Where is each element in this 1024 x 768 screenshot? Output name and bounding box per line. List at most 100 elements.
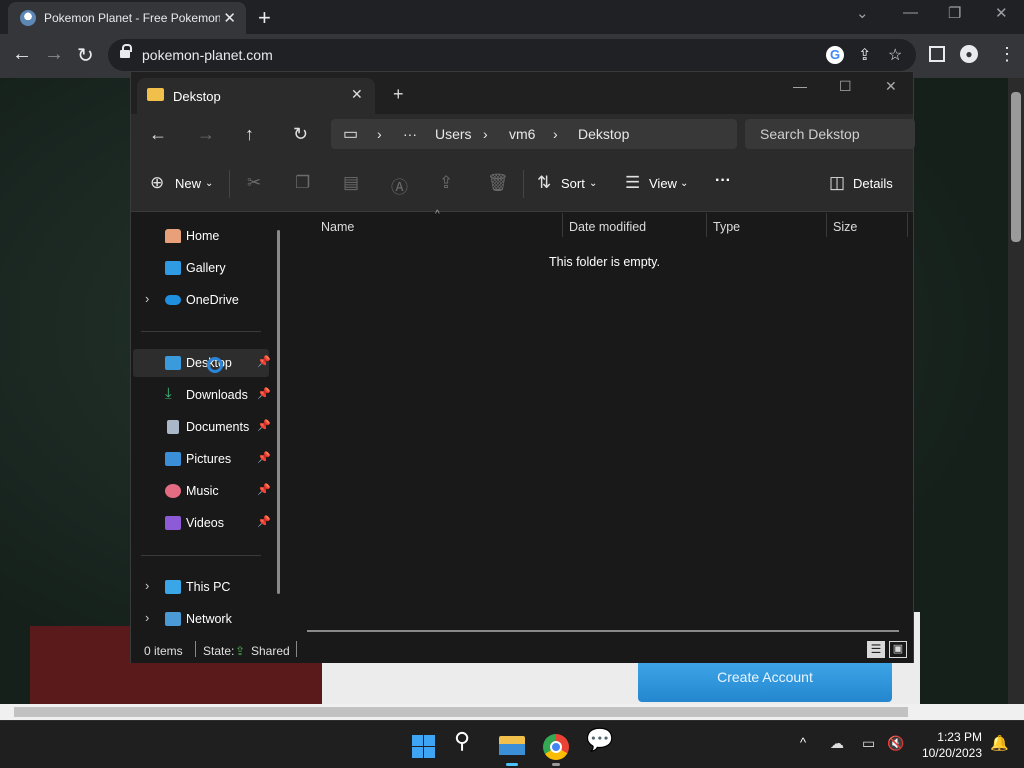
column-header-type[interactable]: Type xyxy=(713,220,740,234)
sort-button[interactable]: Sort xyxy=(561,176,585,191)
new-plus-icon[interactable]: ⊕ xyxy=(150,173,164,193)
minimize-icon[interactable]: — xyxy=(903,4,918,21)
this-pc-icon[interactable]: ▭ xyxy=(343,124,358,144)
nav-item-pictures[interactable]: Pictures 📌 xyxy=(133,445,271,473)
pin-icon[interactable]: 📌 xyxy=(257,515,271,528)
nav-item-onedrive[interactable]: › OneDrive xyxy=(133,286,269,314)
profile-avatar-icon[interactable]: ● xyxy=(960,45,978,63)
file-list-horizontal-scrollbar[interactable] xyxy=(307,630,899,632)
url-text[interactable]: pokemon-planet.com xyxy=(142,47,273,63)
view-icon[interactable]: ☰ xyxy=(625,173,640,193)
tab-close-icon[interactable]: ✕ xyxy=(223,9,236,27)
restore-icon[interactable]: ❐ xyxy=(948,4,961,22)
breadcrumb-dekstop[interactable]: Dekstop xyxy=(578,126,629,142)
breadcrumb-separator-icon[interactable]: › xyxy=(483,126,488,142)
expand-chevron-icon[interactable]: › xyxy=(145,291,149,306)
new-chevron-icon[interactable]: ⌄ xyxy=(205,178,213,189)
details-button[interactable]: Details xyxy=(853,176,893,191)
nav-item-this-pc[interactable]: › This PC xyxy=(133,573,269,601)
sort-icon[interactable]: ⇅ xyxy=(537,173,551,193)
explorer-new-tab-button[interactable]: + xyxy=(393,84,404,105)
navigation-pane-scrollbar[interactable] xyxy=(277,230,280,594)
scrollbar-thumb[interactable] xyxy=(1011,92,1021,242)
share-icon[interactable]: ⇪ xyxy=(439,173,453,193)
create-account-button[interactable]: Create Account xyxy=(638,660,892,702)
browser-menu-icon[interactable]: ⋮ xyxy=(998,44,1016,65)
google-lens-icon[interactable]: G xyxy=(826,46,844,64)
chrome-taskbar-icon[interactable] xyxy=(540,729,572,766)
taskbar-clock[interactable]: 1:23 PM 10/20/2023 xyxy=(916,729,982,761)
close-window-icon[interactable]: ✕ xyxy=(995,4,1008,22)
forward-arrow-icon[interactable]: → xyxy=(44,43,64,66)
sort-chevron-icon[interactable]: ⌄ xyxy=(589,178,597,189)
details-view-icon[interactable]: ☰ xyxy=(867,641,885,658)
display-tray-icon[interactable]: ▭ xyxy=(862,735,875,752)
column-divider[interactable] xyxy=(907,213,908,237)
view-chevron-icon[interactable]: ⌄ xyxy=(680,178,688,189)
column-header-date-modified[interactable]: Date modified xyxy=(569,220,646,234)
breadcrumb-separator-icon[interactable]: › xyxy=(377,126,382,142)
nav-item-music[interactable]: Music 📌 xyxy=(133,477,271,505)
column-header-size[interactable]: Size xyxy=(833,220,857,234)
nav-item-gallery[interactable]: Gallery xyxy=(133,254,269,282)
back-arrow-icon[interactable]: ← xyxy=(12,43,32,66)
share-icon[interactable]: ⇪ xyxy=(858,45,871,65)
expand-chevron-icon[interactable]: › xyxy=(145,578,149,593)
expand-chevron-icon[interactable]: › xyxy=(145,610,149,625)
explorer-minimize-icon[interactable]: — xyxy=(793,78,807,94)
nav-item-downloads[interactable]: ⤓ Downloads 📌 xyxy=(133,381,271,409)
explorer-breadcrumb[interactable]: ▭ › ··· Users › vm6 › Dekstop xyxy=(331,119,737,149)
rename-icon[interactable]: Ⓐ xyxy=(391,173,408,198)
breadcrumb-users[interactable]: Users xyxy=(435,126,472,142)
nav-item-documents[interactable]: Documents 📌 xyxy=(133,413,271,441)
explorer-search-input[interactable] xyxy=(745,119,915,149)
new-tab-button[interactable]: + xyxy=(258,5,271,31)
address-bar[interactable]: pokemon-planet.com G ⇪ ☆ xyxy=(108,39,916,71)
column-divider[interactable] xyxy=(562,213,563,237)
onedrive-tray-icon[interactable]: ☁ xyxy=(830,735,844,752)
scrollbar-thumb[interactable] xyxy=(14,707,908,717)
volume-muted-icon[interactable]: 🔇 xyxy=(887,735,904,752)
cut-icon[interactable]: ✂ xyxy=(247,173,261,193)
tiles-view-icon[interactable]: ▣ xyxy=(889,641,907,658)
explorer-search-box[interactable] xyxy=(745,119,915,149)
explorer-back-icon[interactable]: ← xyxy=(149,124,167,145)
explorer-tab-close-icon[interactable]: ✕ xyxy=(351,86,363,103)
side-panel-icon[interactable] xyxy=(929,46,945,62)
browser-tab[interactable]: Pokemon Planet - Free Pokemon ✕ xyxy=(8,2,246,34)
show-hidden-icons-chevron-icon[interactable]: ^ xyxy=(800,735,806,750)
bookmark-star-icon[interactable]: ☆ xyxy=(888,45,902,65)
search-icon[interactable]: ⚲ xyxy=(454,728,486,760)
explorer-maximize-icon[interactable]: ☐ xyxy=(839,78,852,95)
explorer-close-icon[interactable]: ✕ xyxy=(885,78,897,95)
delete-icon[interactable]: 🗑 xyxy=(487,173,509,193)
pin-icon[interactable]: 📌 xyxy=(257,387,271,400)
see-more-button[interactable]: ··· xyxy=(715,172,731,190)
nav-item-videos[interactable]: Videos 📌 xyxy=(133,509,271,537)
tab-search-chevron-icon[interactable]: ⌄ xyxy=(856,4,869,22)
nav-item-home[interactable]: Home xyxy=(133,222,269,250)
copy-icon[interactable]: ❐ xyxy=(295,173,310,193)
explorer-tab[interactable]: Dekstop ✕ xyxy=(137,78,375,114)
breadcrumb-separator-icon[interactable]: › xyxy=(553,126,558,142)
pin-icon[interactable]: 📌 xyxy=(257,355,271,368)
column-divider[interactable] xyxy=(706,213,707,237)
file-explorer-taskbar-icon[interactable] xyxy=(496,729,528,766)
page-vertical-scrollbar[interactable] xyxy=(1008,78,1024,704)
notification-bell-icon[interactable]: 🔔 xyxy=(990,734,1009,752)
paste-icon[interactable]: ▤ xyxy=(343,173,359,193)
nav-item-desktop[interactable]: Desktop 📌 xyxy=(133,349,271,377)
pin-icon[interactable]: 📌 xyxy=(257,451,271,464)
explorer-forward-icon[interactable]: → xyxy=(197,124,215,145)
breadcrumb-vm6[interactable]: vm6 xyxy=(509,126,535,142)
reload-icon[interactable]: ↻ xyxy=(77,43,94,68)
column-header-name[interactable]: Name xyxy=(321,220,354,234)
pin-icon[interactable]: 📌 xyxy=(257,483,271,496)
column-divider[interactable] xyxy=(826,213,827,237)
new-button[interactable]: New xyxy=(175,176,201,191)
lock-icon[interactable] xyxy=(120,44,132,60)
refresh-icon[interactable]: ↻ xyxy=(293,124,308,145)
feedback-hub-icon[interactable]: 💬 xyxy=(586,727,618,759)
view-button[interactable]: View xyxy=(649,176,677,191)
details-pane-icon[interactable]: ◫ xyxy=(829,173,845,193)
